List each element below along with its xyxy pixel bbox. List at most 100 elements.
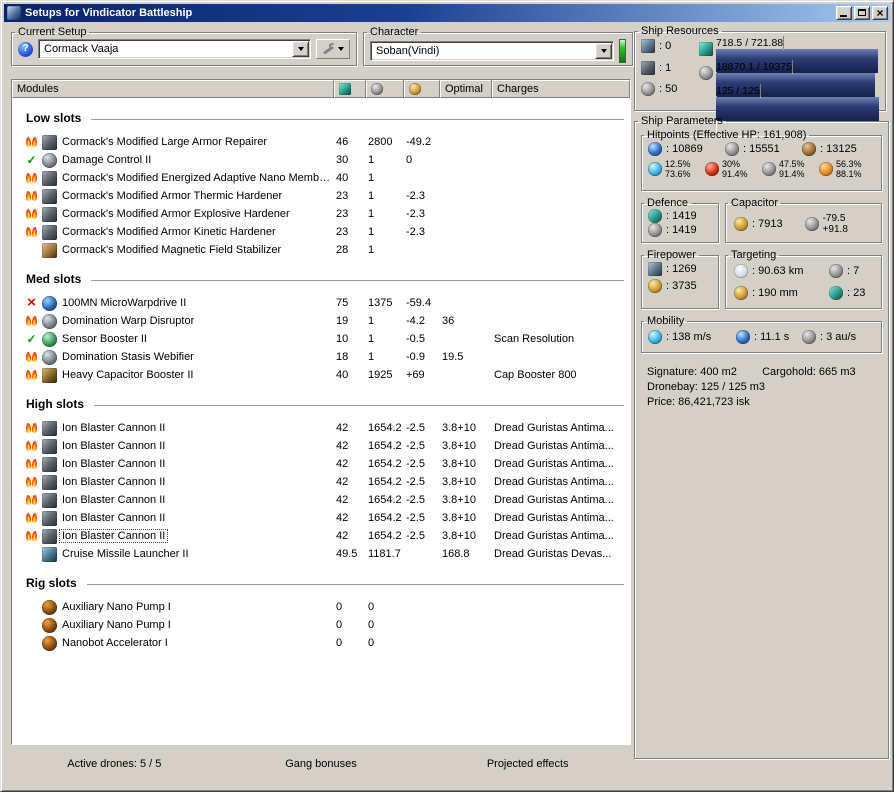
- module-row[interactable]: Auxiliary Nano Pump I 0 0: [12, 616, 630, 634]
- max-targets-icon: [829, 264, 843, 278]
- armor-hardener-icon: [42, 206, 57, 222]
- status-none: [24, 600, 39, 614]
- module-row[interactable]: Cormack's Modified Armor Kinetic Hardene…: [12, 223, 630, 241]
- module-row[interactable]: Ion Blaster Cannon II 42 1654.2 -2.5 3.8+10 D…: [12, 473, 630, 491]
- character-group: Character Soban(Vindi): [363, 26, 633, 66]
- capacitor-column-icon: [409, 83, 421, 95]
- module-row[interactable]: Ion Blaster Cannon II 42 1654.2 -2.5 3.8+10 D…: [12, 437, 630, 455]
- character-combobox[interactable]: Soban(Vindi): [370, 41, 614, 61]
- module-row[interactable]: Ion Blaster Cannon II 42 1654.2 -2.5 3.8+10 D…: [12, 419, 630, 437]
- module-row[interactable]: Nanobot Accelerator I 0 0: [12, 634, 630, 652]
- setup-combobox-dropdown-button[interactable]: [292, 41, 309, 57]
- cell-powergrid-usage: 0: [368, 637, 375, 649]
- dronebay-resource: 125 / 125: [699, 84, 879, 134]
- minimize-button[interactable]: [836, 6, 852, 20]
- column-header-modules[interactable]: Modules: [12, 80, 334, 98]
- character-combobox-dropdown-button[interactable]: [595, 43, 612, 59]
- setup-combobox[interactable]: Cormack Vaaja: [38, 39, 311, 59]
- projected-effects-panel-header[interactable]: Projected effects: [424, 758, 631, 770]
- cell-powergrid-usage: 1: [368, 244, 375, 256]
- turret-icon: [641, 39, 655, 53]
- capacitor-balance: -79.5 +91.8: [804, 213, 848, 235]
- cell-capacitor-usage: -2.5: [406, 440, 425, 452]
- cell-cpu-usage: 42: [336, 494, 349, 506]
- cpu-icon: [699, 42, 713, 56]
- cell-powergrid-usage: 1: [368, 190, 375, 202]
- module-row[interactable]: Auxiliary Nano Pump I 0 0: [12, 598, 630, 616]
- cell-cpu-usage: 40: [336, 172, 349, 184]
- active-check-icon: [24, 332, 39, 346]
- overheated-icon: [24, 225, 39, 239]
- module-name: Ion Blaster Cannon II: [62, 494, 166, 506]
- module-row[interactable]: Sensor Booster II 10 1 -0.5 Scan Resolution: [12, 330, 630, 348]
- module-row[interactable]: Domination Warp Disruptor 19 1 -4.2 36: [12, 312, 630, 330]
- titlebar[interactable]: Setups for Vindicator Battleship: [4, 4, 890, 22]
- maximize-button[interactable]: [854, 6, 870, 20]
- capacitor-amount: : 7913: [734, 217, 783, 231]
- launcher-hardpoints: : 1: [641, 60, 695, 76]
- cell-powergrid-usage: 1: [368, 154, 375, 166]
- app-icon: [7, 6, 21, 20]
- cell-optimal-range: 19.5: [442, 351, 464, 363]
- module-row[interactable]: Damage Control II 30 1 0: [12, 151, 630, 169]
- module-name-cell: Nanobot Accelerator I: [12, 635, 334, 651]
- dps: : 1269: [648, 262, 718, 277]
- module-row[interactable]: Cormack's Modified Large Armor Repairer 4…: [12, 133, 630, 151]
- close-button[interactable]: [872, 6, 888, 20]
- targeting-range-value: : 90.63 km: [752, 265, 804, 277]
- em-armor-resist: 73.6%: [665, 169, 691, 179]
- section-divider-line: [91, 119, 624, 120]
- align-time-icon: [736, 330, 750, 344]
- active-drones-panel-header[interactable]: Active drones: 5 / 5: [11, 758, 218, 770]
- module-name: Cormack's Modified Armor Explosive Harde…: [62, 208, 290, 220]
- cell-powergrid-usage: 1654.2: [368, 422, 402, 434]
- max-targets: : 7: [829, 264, 881, 278]
- module-row[interactable]: Cormack's Modified Armor Thermic Hardene…: [12, 187, 630, 205]
- powergrid-resource: 18870.1 / 19375: [699, 60, 879, 110]
- module-name-cell: Domination Stasis Webifier: [12, 349, 334, 365]
- help-button[interactable]: [18, 41, 33, 57]
- module-name: Heavy Capacitor Booster II: [62, 369, 194, 381]
- module-row[interactable]: Cruise Missile Launcher II 49.5 1181.7 168.…: [12, 545, 630, 563]
- cell-optimal-range: 168.8: [442, 548, 470, 560]
- modules-list[interactable]: Low slots Cormack's Modified Large Armor …: [12, 98, 630, 744]
- column-header-charges[interactable]: Charges: [492, 80, 630, 98]
- module-row[interactable]: Domination Stasis Webifier 18 1 -0.9 19.5: [12, 348, 630, 366]
- gang-bonuses-panel-header[interactable]: Gang bonuses: [218, 758, 425, 770]
- module-row[interactable]: Ion Blaster Cannon II 42 1654.2 -2.5 3.8+10 D…: [12, 455, 630, 473]
- cell-powergrid-usage: 1: [368, 351, 375, 363]
- cell-powergrid-usage: 2800: [368, 136, 393, 148]
- module-row[interactable]: Cormack's Modified Magnetic Field Stabil…: [12, 241, 630, 259]
- cell-powergrid-usage: 0: [368, 619, 375, 631]
- cell-cpu-usage: 23: [336, 208, 349, 220]
- volley-icon: [648, 278, 662, 293]
- cell-powergrid-usage: 1: [368, 208, 375, 220]
- module-row[interactable]: Ion Blaster Cannon II 42 1654.2 -2.5 3.8+10 D…: [12, 509, 630, 527]
- module-row[interactable]: 100MN MicroWarpdrive II 75 1375 -59.4: [12, 294, 630, 312]
- mwd-icon: [42, 295, 57, 311]
- module-name: Ion Blaster Cannon II: [62, 458, 166, 470]
- column-header-capacitor[interactable]: [404, 80, 440, 98]
- cell-capacitor-usage: -2.3: [406, 208, 425, 220]
- cell-capacitor-usage: -59.4: [406, 297, 432, 309]
- cell-charge-name: Dread Guristas Antima...: [494, 422, 614, 434]
- module-name: Sensor Booster II: [62, 333, 147, 345]
- module-row[interactable]: Ion Blaster Cannon II 42 1654.2 -2.5 3.8+10 D…: [12, 527, 630, 545]
- column-header-powergrid[interactable]: [366, 80, 404, 98]
- module-row[interactable]: Cormack's Modified Energized Adaptive Na…: [12, 169, 630, 187]
- module-row[interactable]: Ion Blaster Cannon II 42 1654.2 -2.5 3.8+10 D…: [12, 491, 630, 509]
- module-row[interactable]: Heavy Capacitor Booster II 40 1925 +69 Cap B…: [12, 366, 630, 384]
- max-targets-value: : 7: [847, 265, 860, 277]
- cell-capacitor-usage: -2.5: [406, 530, 425, 542]
- module-row[interactable]: Cormack's Modified Armor Explosive Harde…: [12, 205, 630, 223]
- blaster-icon: [42, 456, 57, 472]
- cell-powergrid-usage: 1654.2: [368, 530, 402, 542]
- column-header-cpu[interactable]: [334, 80, 366, 98]
- module-name: Cormack's Modified Armor Thermic Hardene…: [62, 190, 283, 202]
- column-header-optimal[interactable]: Optimal: [440, 80, 492, 98]
- overheated-icon: [24, 189, 39, 203]
- setup-tools-button[interactable]: [316, 39, 350, 59]
- cell-charge-name: Scan Resolution: [494, 333, 575, 345]
- module-name-cell: Ion Blaster Cannon II: [12, 438, 334, 454]
- defence-value-2: : 1419: [666, 224, 697, 236]
